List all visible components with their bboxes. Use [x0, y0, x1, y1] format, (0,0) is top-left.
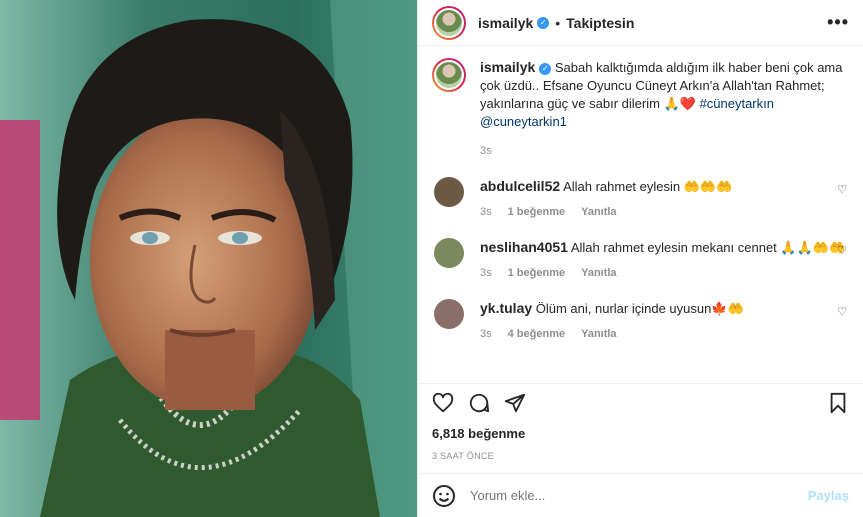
caption-verified-badge-icon: ✓ [539, 63, 552, 75]
post-dialog: ismailyk ✓ • Takiptesin ••• ismailyk ✓ Sa… [0, 0, 863, 517]
commenter-avatar[interactable] [434, 177, 464, 207]
reply-button[interactable]: Yanıtla [581, 267, 616, 279]
comment-like-heart-icon[interactable]: ♡ [837, 183, 847, 196]
comment-item: yk.tulay Ölüm ani, nurlar içinde uyusun🍁… [432, 299, 847, 340]
comment-username[interactable]: neslihan4051 [480, 239, 568, 255]
bookmark-icon[interactable] [827, 392, 849, 414]
heart-icon[interactable] [432, 392, 454, 414]
comment-username[interactable]: abdulcelil52 [480, 178, 560, 194]
post-actions-section: 6,818 beğenme 3 SAAT ÖNCE [418, 383, 863, 473]
comment-likes[interactable]: 1 beğenme [508, 206, 565, 218]
comment-text: Allah rahmet eylesin mekanı cennet 🙏🙏🤲🤲 [570, 240, 846, 255]
comment-item: neslihan4051 Allah rahmet eylesin mekanı… [432, 238, 847, 279]
comment-text: Allah rahmet eylesin 🤲🤲🤲 [563, 179, 733, 194]
comment-icon[interactable] [468, 392, 490, 414]
separator-dot: • [555, 14, 561, 31]
comment-text: Ölüm ani, nurlar içinde uyusun🍁🤲 [535, 301, 744, 316]
comment-username[interactable]: yk.tulay [480, 300, 532, 316]
comment-time[interactable]: 3s [480, 328, 492, 340]
add-comment-bar: Paylaş [418, 473, 863, 517]
comment-likes[interactable]: 1 beğenme [508, 267, 565, 279]
comment-item: abdulcelil52 Allah rahmet eylesin 🤲🤲🤲 3s… [432, 177, 847, 218]
commenter-avatar[interactable] [434, 238, 464, 268]
likes-count[interactable]: 6,818 beğenme [432, 426, 849, 441]
caption-author-avatar[interactable] [432, 58, 466, 92]
comment-likes[interactable]: 4 beğenme [508, 328, 565, 340]
caption-time[interactable]: 3s [480, 145, 492, 157]
comment-input[interactable] [470, 488, 794, 503]
post-photo-illustration [0, 0, 417, 517]
post-side-panel: ismailyk ✓ • Takiptesin ••• ismailyk ✓ Sa… [417, 0, 863, 517]
post-caption: ismailyk ✓ Sabah kalktığımda aldığım ilk … [432, 58, 847, 157]
mention-link[interactable]: @cuneytarkin1 [480, 114, 567, 129]
reply-button[interactable]: Yanıtla [581, 328, 616, 340]
hashtag-link[interactable]: #cüneytarkın [700, 96, 774, 111]
comment-like-heart-icon[interactable]: ♡ [837, 244, 847, 257]
caption-username[interactable]: ismailyk [480, 59, 535, 75]
action-bar [432, 384, 849, 422]
verified-badge-icon: ✓ [537, 16, 550, 29]
post-time-ago[interactable]: 3 SAAT ÖNCE [432, 451, 849, 473]
more-options-icon[interactable]: ••• [827, 12, 849, 33]
emoji-icon[interactable] [432, 484, 456, 508]
post-comment-button[interactable]: Paylaş [808, 488, 849, 503]
share-icon[interactable] [504, 392, 526, 414]
post-image[interactable] [0, 0, 417, 517]
post-header: ismailyk ✓ • Takiptesin ••• [418, 0, 863, 46]
commenter-avatar[interactable] [434, 299, 464, 329]
author-username[interactable]: ismailyk [478, 15, 533, 31]
comment-like-heart-icon[interactable]: ♡ [837, 305, 847, 318]
comment-time[interactable]: 3s [480, 267, 492, 279]
author-avatar[interactable] [432, 5, 466, 40]
comment-time[interactable]: 3s [480, 206, 492, 218]
comments-list: ismailyk ✓ Sabah kalktığımda aldığım ilk … [418, 46, 863, 383]
reply-button[interactable]: Yanıtla [581, 206, 616, 218]
following-button[interactable]: Takiptesin [566, 15, 634, 31]
